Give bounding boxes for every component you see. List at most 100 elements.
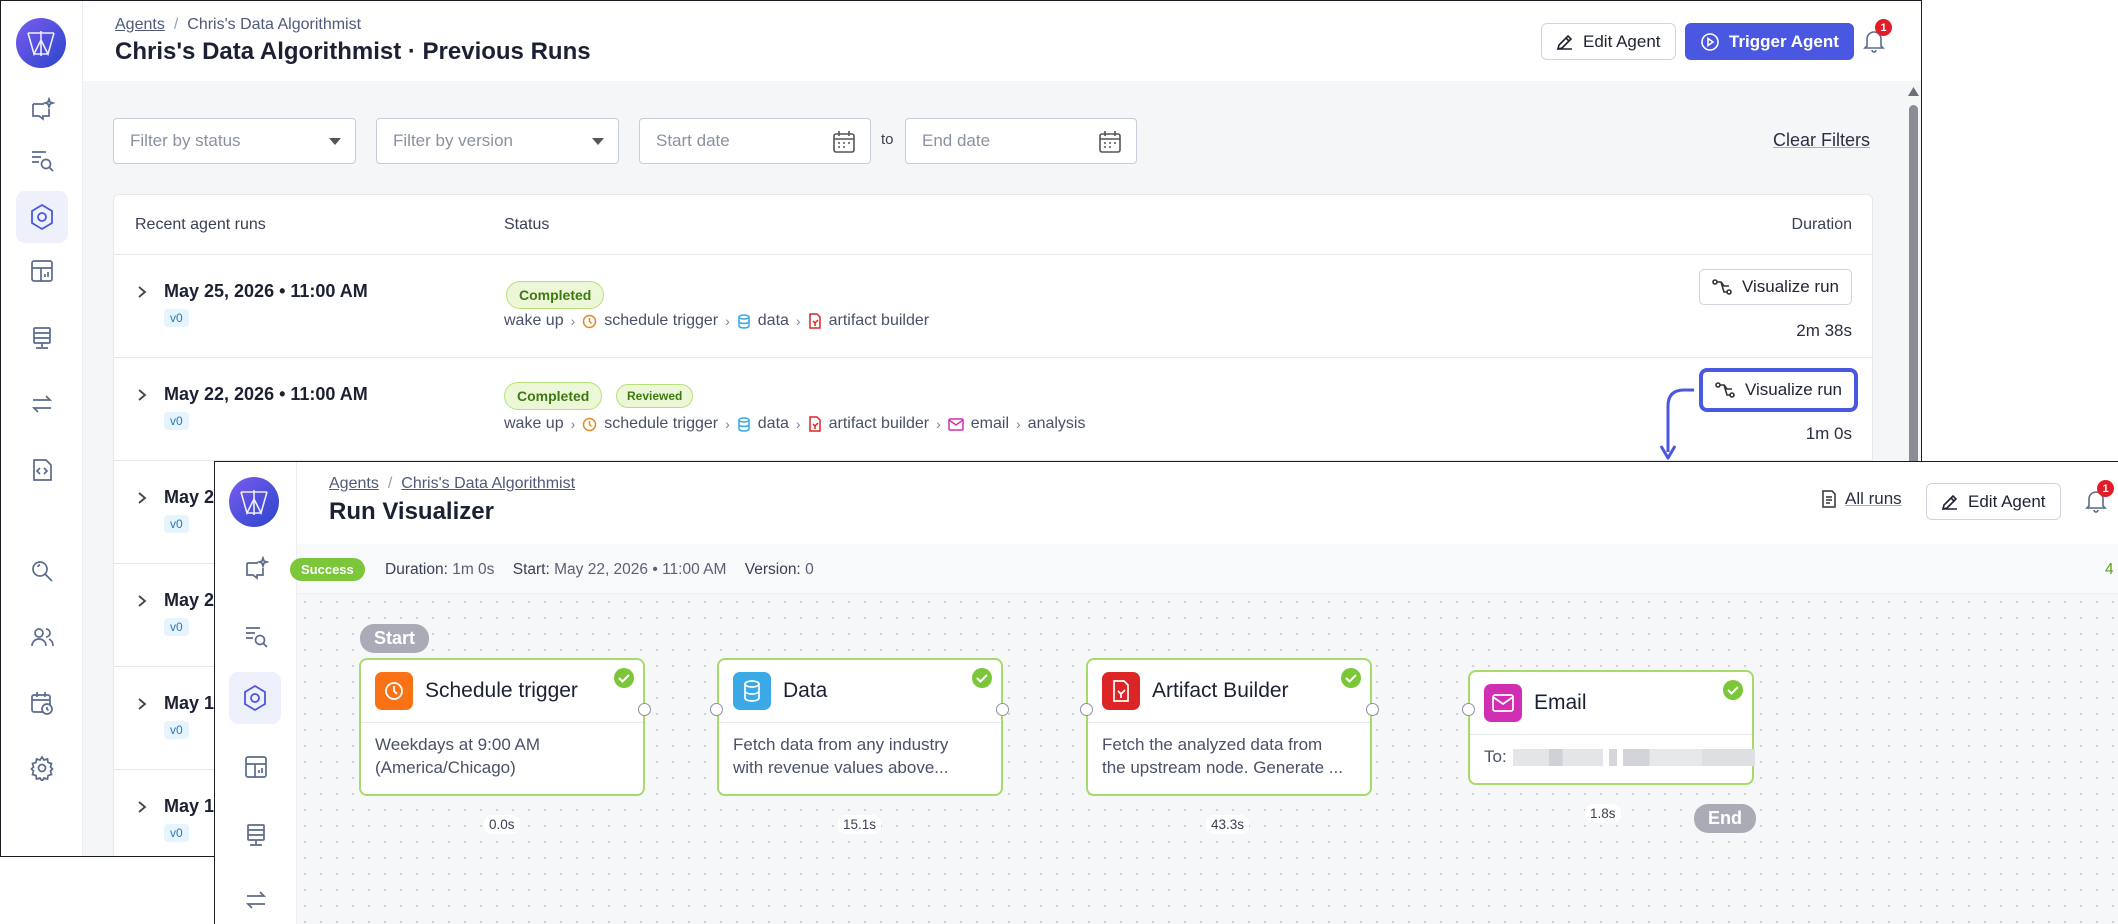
step-data: data	[757, 415, 789, 432]
run-graph-canvas[interactable]: Start Schedule trigger Weekdays at 9:00 …	[297, 594, 2118, 924]
edit-agent-label: Edit Agent	[1583, 31, 1661, 51]
scroll-up-arrow-icon[interactable]	[1908, 87, 1919, 96]
breadcrumb: Agents / Chris's Data Algorithmist	[329, 475, 576, 492]
check-circle-icon	[1723, 680, 1743, 700]
step-schedule-trigger: schedule trigger	[604, 312, 719, 329]
run-status-bar: Success Duration: 1m 0s Start: May 22, 2…	[290, 544, 2118, 594]
transfer-icon[interactable]	[237, 881, 275, 919]
chevron-right-icon[interactable]	[136, 594, 148, 608]
check-circle-icon	[1341, 668, 1361, 688]
chat-sparkle-icon[interactable]	[237, 550, 275, 588]
dashboard-icon[interactable]	[237, 748, 275, 786]
chevron-right-icon[interactable]	[136, 491, 148, 505]
version-badge: v0	[164, 515, 189, 533]
chevron-right-icon: ›	[725, 416, 730, 432]
notifications-bell-icon[interactable]: 1	[2085, 480, 2114, 518]
output-port[interactable]	[1366, 703, 1379, 716]
calendar-icon[interactable]	[1098, 130, 1122, 154]
node-schedule-trigger[interactable]: Schedule trigger Weekdays at 9:00 AM (Ame…	[359, 658, 645, 796]
table-header: Recent agent runs Status Duration	[114, 195, 1872, 255]
node-description-line: Weekdays at 9:00 AM	[375, 735, 541, 754]
version-label: Version:	[744, 561, 801, 578]
output-port[interactable]	[996, 703, 1009, 716]
node-duration: 0.0s	[484, 815, 520, 834]
run-visualizer-window: Agents / Chris's Data Algorithmist Run Vis…	[214, 461, 2118, 924]
input-port[interactable]	[1462, 703, 1475, 716]
notification-badge: 1	[1875, 19, 1892, 36]
calendar-clock-icon[interactable]	[23, 684, 61, 722]
breadcrumb-agents-link[interactable]: Agents	[115, 16, 165, 33]
node-email[interactable]: Email To:	[1468, 670, 1755, 785]
version-badge: v0	[164, 824, 189, 842]
server-icon[interactable]	[237, 816, 275, 854]
status-filter-select[interactable]: Filter by status	[113, 118, 356, 164]
table-row[interactable]: May 25, 2026 • 11:00 AM v0 Completed wak…	[114, 255, 1872, 358]
breadcrumb-current: Chris's Data Algorithmist	[187, 16, 362, 33]
clock-icon	[583, 417, 597, 431]
chevron-right-icon: ›	[936, 416, 941, 432]
run-duration: 2m 38s	[1796, 321, 1852, 340]
database-icon	[738, 416, 750, 432]
step-email: email	[970, 415, 1009, 432]
agents-icon[interactable]	[229, 672, 281, 724]
server-icon[interactable]	[23, 319, 61, 357]
search-list-icon[interactable]	[23, 141, 61, 179]
node-artifact-builder[interactable]: Artifact Builder Fetch the analyzed data…	[1086, 658, 1372, 796]
chat-sparkle-icon[interactable]	[23, 91, 61, 129]
run-path: wake up › schedule trigger › data › artifac…	[504, 312, 929, 330]
chevron-right-icon[interactable]	[136, 800, 148, 814]
chevron-right-icon[interactable]	[136, 697, 148, 711]
agents-icon[interactable]	[16, 191, 68, 243]
version-filter-select[interactable]: Filter by version	[376, 118, 619, 164]
edit-agent-button[interactable]: Edit Agent	[1541, 23, 1676, 60]
chevron-right-icon: ›	[570, 416, 576, 432]
breadcrumb-agents-link[interactable]: Agents	[329, 475, 379, 492]
clock-icon	[583, 314, 597, 328]
users-icon[interactable]	[23, 618, 61, 656]
table-row[interactable]: May 22, 2026 • 11:00 AM v0 Completed Rev…	[114, 358, 1872, 461]
node-description: Fetch data from any industry with revenue…	[733, 733, 989, 779]
start-date-input[interactable]: Start date	[639, 118, 871, 164]
notifications-bell-icon[interactable]: 1	[1863, 19, 1892, 58]
run-date: May 22, 2026 • 11:00 AM	[164, 384, 368, 404]
reviewed-badge: Reviewed	[616, 384, 694, 408]
search-list-icon[interactable]	[237, 617, 275, 655]
version-badge: v0	[164, 309, 189, 327]
header-status: Status	[504, 216, 550, 233]
node-description: Fetch the analyzed data from the upstream…	[1102, 733, 1358, 779]
status-badge: Completed	[504, 382, 603, 410]
caret-down-icon	[592, 138, 604, 145]
calendar-icon[interactable]	[832, 130, 856, 154]
chevron-right-icon[interactable]	[136, 285, 148, 299]
caret-down-icon	[329, 138, 341, 145]
header-runs: Recent agent runs	[135, 216, 266, 233]
app-logo[interactable]	[229, 477, 279, 527]
clear-filters-link[interactable]: Clear Filters	[1773, 130, 1870, 151]
code-icon[interactable]	[23, 451, 61, 489]
output-port[interactable]	[638, 703, 651, 716]
edit-agent-label: Edit Agent	[1968, 491, 2046, 511]
version-badge: v0	[164, 412, 189, 430]
trigger-agent-button[interactable]: Trigger Agent	[1685, 23, 1854, 60]
step-data: data	[757, 312, 789, 329]
all-runs-link[interactable]: All runs	[1821, 489, 1902, 509]
status-filter-placeholder: Filter by status	[130, 131, 241, 150]
inspect-icon[interactable]	[23, 552, 61, 590]
chevron-right-icon[interactable]	[136, 388, 148, 402]
database-icon	[733, 672, 771, 710]
input-port[interactable]	[710, 703, 723, 716]
node-data[interactable]: Data Fetch data from any industry with re…	[717, 658, 1003, 796]
breadcrumb-agent-link[interactable]: Chris's Data Algorithmist	[401, 475, 575, 492]
visualize-run-button[interactable]: Visualize run	[1698, 269, 1852, 305]
sidebar-rail	[215, 462, 297, 924]
dashboard-icon[interactable]	[23, 252, 61, 290]
app-logo[interactable]	[16, 18, 66, 68]
edit-agent-button[interactable]: Edit Agent	[1926, 483, 2061, 520]
transfer-icon[interactable]	[23, 385, 61, 423]
sidebar-rail	[1, 1, 83, 856]
input-port[interactable]	[1080, 703, 1093, 716]
end-date-input[interactable]: End date	[905, 118, 1137, 164]
email-recipient: To:	[1484, 747, 1755, 767]
settings-icon[interactable]	[23, 749, 61, 787]
chevron-right-icon: ›	[795, 416, 801, 432]
